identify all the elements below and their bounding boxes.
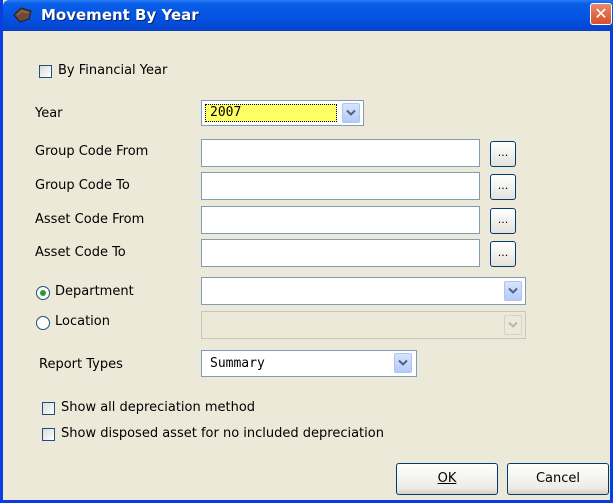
- report-types-select[interactable]: Summary: [201, 350, 417, 377]
- year-dropdown-button[interactable]: [342, 103, 360, 123]
- by-financial-year-label: By Financial Year: [58, 63, 168, 78]
- department-label: Department: [55, 284, 134, 299]
- show-all-depreciation-checkbox[interactable]: [42, 402, 55, 415]
- group-code-from-input[interactable]: [201, 139, 480, 167]
- asset-code-to-browse-button[interactable]: ...: [490, 241, 516, 267]
- department-dropdown-button[interactable]: [504, 281, 522, 301]
- year-select[interactable]: 2007: [201, 100, 364, 126]
- report-types-label: Report Types: [39, 357, 123, 372]
- group-code-to-input[interactable]: [201, 172, 480, 200]
- chevron-down-icon: [508, 321, 518, 328]
- year-value-highlight: 2007: [205, 104, 337, 122]
- group-code-to-label: Group Code To: [35, 178, 130, 193]
- window-title: Movement By Year: [41, 6, 199, 24]
- chevron-down-icon: [508, 287, 518, 294]
- asset-code-to-input[interactable]: [201, 239, 480, 267]
- report-types-dropdown-button[interactable]: [394, 353, 412, 373]
- close-button[interactable]: ✕: [590, 3, 612, 25]
- show-disposed-checkbox[interactable]: [42, 428, 55, 441]
- group-code-from-label: Group Code From: [35, 144, 149, 159]
- asset-code-from-browse-button[interactable]: ...: [490, 208, 516, 234]
- asset-code-from-input[interactable]: [201, 206, 480, 234]
- show-disposed-label: Show disposed asset for no included depr…: [61, 426, 384, 441]
- location-radio[interactable]: [36, 316, 50, 330]
- chevron-down-icon: [398, 359, 408, 366]
- location-select[interactable]: [201, 311, 526, 339]
- app-icon: [13, 7, 32, 23]
- location-dropdown-button[interactable]: [504, 315, 522, 335]
- year-label: Year: [35, 106, 63, 121]
- department-select[interactable]: [201, 277, 526, 305]
- chevron-down-icon: [346, 109, 356, 116]
- show-all-depreciation-label: Show all depreciation method: [61, 400, 256, 415]
- cancel-button[interactable]: Cancel: [507, 463, 609, 495]
- cancel-label: Cancel: [535, 471, 581, 486]
- asset-code-to-label: Asset Code To: [35, 245, 126, 260]
- title-bar[interactable]: Movement By Year ✕: [3, 0, 613, 31]
- group-code-to-browse-button[interactable]: ...: [490, 174, 516, 200]
- location-label: Location: [55, 314, 110, 329]
- close-icon: ✕: [594, 4, 608, 23]
- year-value: 2007: [210, 105, 242, 120]
- ok-button[interactable]: OK: [396, 463, 498, 495]
- group-code-from-browse-button[interactable]: ...: [490, 141, 516, 167]
- by-financial-year-checkbox[interactable]: [39, 65, 52, 78]
- report-types-value: Summary: [210, 356, 265, 371]
- department-radio[interactable]: [36, 286, 50, 300]
- ok-label: OK: [437, 471, 457, 486]
- dialog-window: Movement By Year ✕ By Financial Year Yea…: [0, 0, 613, 503]
- asset-code-from-label: Asset Code From: [35, 212, 145, 227]
